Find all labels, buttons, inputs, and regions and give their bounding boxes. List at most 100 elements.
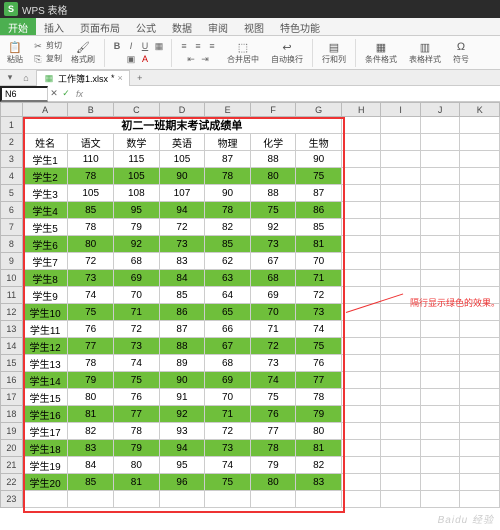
align-center-icon[interactable]: ≡ (192, 40, 204, 52)
cell[interactable] (420, 185, 459, 202)
row-header-5[interactable]: 5 (1, 185, 23, 202)
border-icon[interactable]: ▦ (153, 40, 165, 52)
row-header-4[interactable]: 4 (1, 168, 23, 185)
cell[interactable]: 学生3 (22, 185, 68, 202)
table-style-button[interactable]: ▥ 表格样式 (406, 39, 444, 66)
cell[interactable] (68, 491, 114, 508)
cell[interactable] (341, 270, 381, 287)
merge-button[interactable]: ⬚ 合并居中 (224, 39, 262, 66)
cell[interactable]: 92 (114, 236, 160, 253)
cell[interactable]: 72 (205, 423, 251, 440)
col-header-I[interactable]: I (381, 103, 420, 117)
cell[interactable]: 67 (250, 253, 296, 270)
cell[interactable] (420, 321, 459, 338)
cell[interactable]: 87 (159, 321, 205, 338)
cell[interactable]: 69 (114, 270, 160, 287)
fill-color-icon[interactable]: ▣ (125, 53, 137, 65)
cell[interactable]: 68 (114, 253, 160, 270)
cell[interactable]: 79 (250, 457, 296, 474)
cell[interactable] (341, 219, 381, 236)
cell[interactable] (381, 491, 420, 508)
cell[interactable] (460, 219, 500, 236)
cell[interactable] (460, 202, 500, 219)
cell[interactable] (460, 253, 500, 270)
cell[interactable] (381, 321, 420, 338)
cell[interactable]: 73 (296, 304, 342, 321)
col-header-B[interactable]: B (68, 103, 114, 117)
cell[interactable]: 64 (205, 287, 251, 304)
cell[interactable] (341, 168, 381, 185)
align-left-icon[interactable]: ≡ (178, 40, 190, 52)
cell[interactable] (420, 168, 459, 185)
cell[interactable]: 63 (205, 270, 251, 287)
cell[interactable]: 70 (205, 389, 251, 406)
cell[interactable]: 75 (296, 338, 342, 355)
cell[interactable]: 71 (296, 270, 342, 287)
cell[interactable]: 78 (296, 389, 342, 406)
cell[interactable]: 72 (68, 253, 114, 270)
cell[interactable]: 学生14 (22, 372, 68, 389)
cell[interactable]: 73 (68, 270, 114, 287)
cell[interactable]: 80 (296, 423, 342, 440)
cell[interactable]: 83 (68, 440, 114, 457)
cell[interactable]: 80 (68, 389, 114, 406)
cell[interactable]: 75 (250, 202, 296, 219)
cell[interactable]: 94 (159, 440, 205, 457)
cell[interactable]: 85 (68, 474, 114, 491)
cell[interactable]: 77 (68, 338, 114, 355)
cell[interactable]: 80 (114, 457, 160, 474)
font-color-icon[interactable]: A (139, 53, 151, 65)
cell[interactable]: 92 (159, 406, 205, 423)
menu-tab-5[interactable]: 审阅 (200, 18, 236, 35)
cell[interactable]: 77 (296, 372, 342, 389)
home-icon[interactable]: ⌂ (20, 72, 32, 84)
cell[interactable] (420, 440, 459, 457)
cell[interactable] (460, 423, 500, 440)
cell[interactable]: 化学 (250, 134, 296, 151)
col-header-G[interactable]: G (296, 103, 342, 117)
cell[interactable] (341, 185, 381, 202)
cell[interactable]: 65 (205, 304, 251, 321)
cell[interactable]: 学生11 (22, 321, 68, 338)
cell[interactable] (381, 440, 420, 457)
cell[interactable]: 学生8 (22, 270, 68, 287)
cell[interactable] (420, 389, 459, 406)
name-box[interactable] (0, 86, 48, 102)
cell[interactable]: 姓名 (22, 134, 68, 151)
cell[interactable] (420, 219, 459, 236)
cell[interactable]: 学生20 (22, 474, 68, 491)
cell[interactable]: 108 (114, 185, 160, 202)
row-header-10[interactable]: 10 (1, 270, 23, 287)
cell[interactable]: 78 (68, 219, 114, 236)
add-tab-icon[interactable]: + (134, 72, 146, 84)
doc-list-icon[interactable]: ▾ (4, 72, 16, 84)
cell[interactable] (114, 491, 160, 508)
cell[interactable]: 70 (250, 304, 296, 321)
cell[interactable] (460, 355, 500, 372)
cell[interactable] (22, 491, 68, 508)
cell[interactable]: 72 (296, 287, 342, 304)
menu-tab-6[interactable]: 视图 (236, 18, 272, 35)
cell[interactable]: 90 (159, 372, 205, 389)
cell[interactable]: 85 (205, 236, 251, 253)
cell[interactable]: 71 (250, 321, 296, 338)
cell[interactable] (460, 457, 500, 474)
cell[interactable]: 70 (114, 287, 160, 304)
cell[interactable]: 86 (296, 202, 342, 219)
underline-icon[interactable]: U (139, 40, 151, 52)
cell[interactable]: 90 (296, 151, 342, 168)
cell[interactable]: 78 (205, 168, 251, 185)
cell[interactable]: 75 (114, 372, 160, 389)
col-header-D[interactable]: D (159, 103, 205, 117)
cell[interactable] (460, 134, 500, 151)
cell[interactable] (420, 117, 459, 134)
cell[interactable]: 105 (114, 168, 160, 185)
cell[interactable] (420, 202, 459, 219)
cell[interactable] (460, 474, 500, 491)
cell[interactable]: 83 (296, 474, 342, 491)
cell[interactable]: 81 (296, 440, 342, 457)
cell[interactable]: 79 (114, 440, 160, 457)
cell[interactable]: 73 (159, 236, 205, 253)
cell[interactable]: 76 (296, 355, 342, 372)
menu-tab-4[interactable]: 数据 (164, 18, 200, 35)
